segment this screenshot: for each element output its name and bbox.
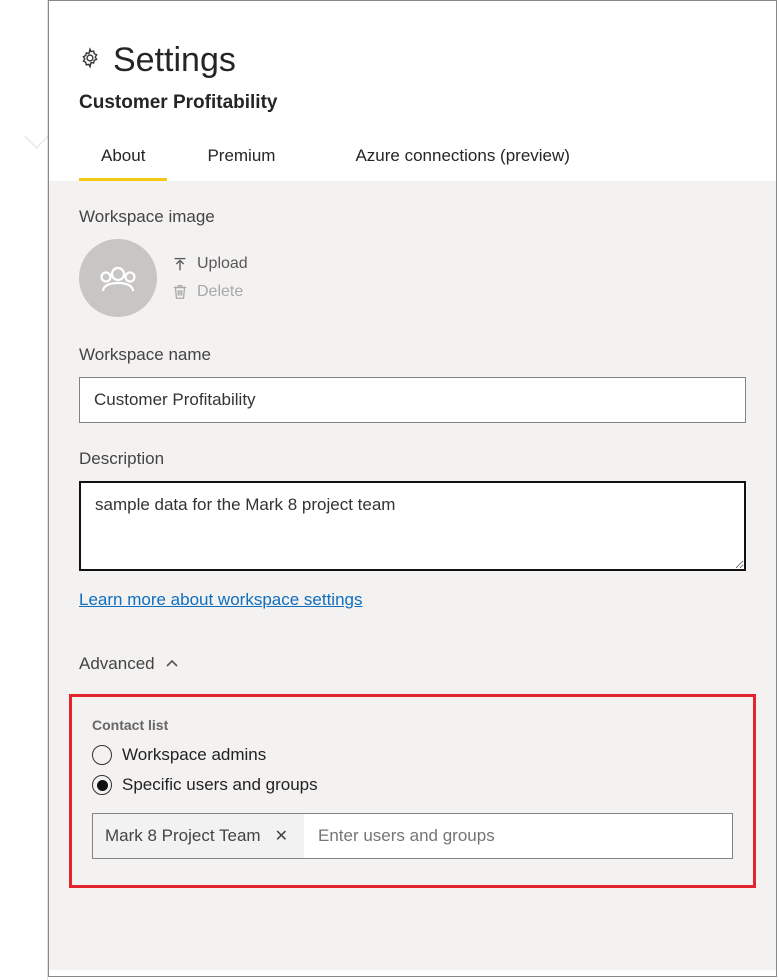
remove-chip-icon[interactable]: ✕ (271, 822, 292, 850)
workspace-image-label: Workspace image (79, 207, 746, 227)
advanced-toggle[interactable]: Advanced (79, 654, 746, 674)
radio-icon (92, 745, 112, 765)
workspace-name-input[interactable] (79, 377, 746, 423)
delete-button: Delete (171, 283, 248, 301)
settings-panel: Settings Customer Profitability About Pr… (48, 0, 777, 977)
workspace-image-row: Upload Delete (79, 239, 746, 317)
users-groups-input[interactable] (304, 814, 732, 858)
radio-specific-users[interactable]: Specific users and groups (92, 775, 733, 795)
workspace-avatar (79, 239, 157, 317)
tab-azure-connections[interactable]: Azure connections (preview) (315, 136, 609, 181)
description-textarea[interactable] (79, 481, 746, 571)
trash-icon (171, 283, 189, 301)
workspace-subtitle: Customer Profitability (79, 92, 746, 114)
contact-list-label: Contact list (92, 717, 733, 733)
description-label: Description (79, 449, 746, 469)
user-chip: Mark 8 Project Team ✕ (93, 814, 304, 858)
page-title: Settings (113, 41, 236, 80)
learn-more-link[interactable]: Learn more about workspace settings (79, 590, 363, 609)
contact-list-section: Contact list Workspace admins Specific u… (69, 694, 756, 888)
tab-premium[interactable]: Premium (167, 136, 315, 181)
upload-button[interactable]: Upload (171, 255, 248, 273)
panel-header: Settings Customer Profitability About Pr… (49, 1, 776, 181)
group-icon (95, 255, 141, 301)
radio-workspace-admins[interactable]: Workspace admins (92, 745, 733, 765)
background-nav-edge (0, 0, 48, 980)
chevron-up-icon (165, 657, 179, 671)
radio-icon (92, 775, 112, 795)
users-groups-field[interactable]: Mark 8 Project Team ✕ (92, 813, 733, 859)
gear-icon (79, 47, 101, 74)
tab-about[interactable]: About (79, 136, 167, 181)
settings-content: Workspace image Upload (49, 181, 776, 970)
tab-bar: About Premium Azure connections (preview… (79, 136, 746, 181)
workspace-name-label: Workspace name (79, 345, 746, 365)
upload-icon (171, 255, 189, 273)
